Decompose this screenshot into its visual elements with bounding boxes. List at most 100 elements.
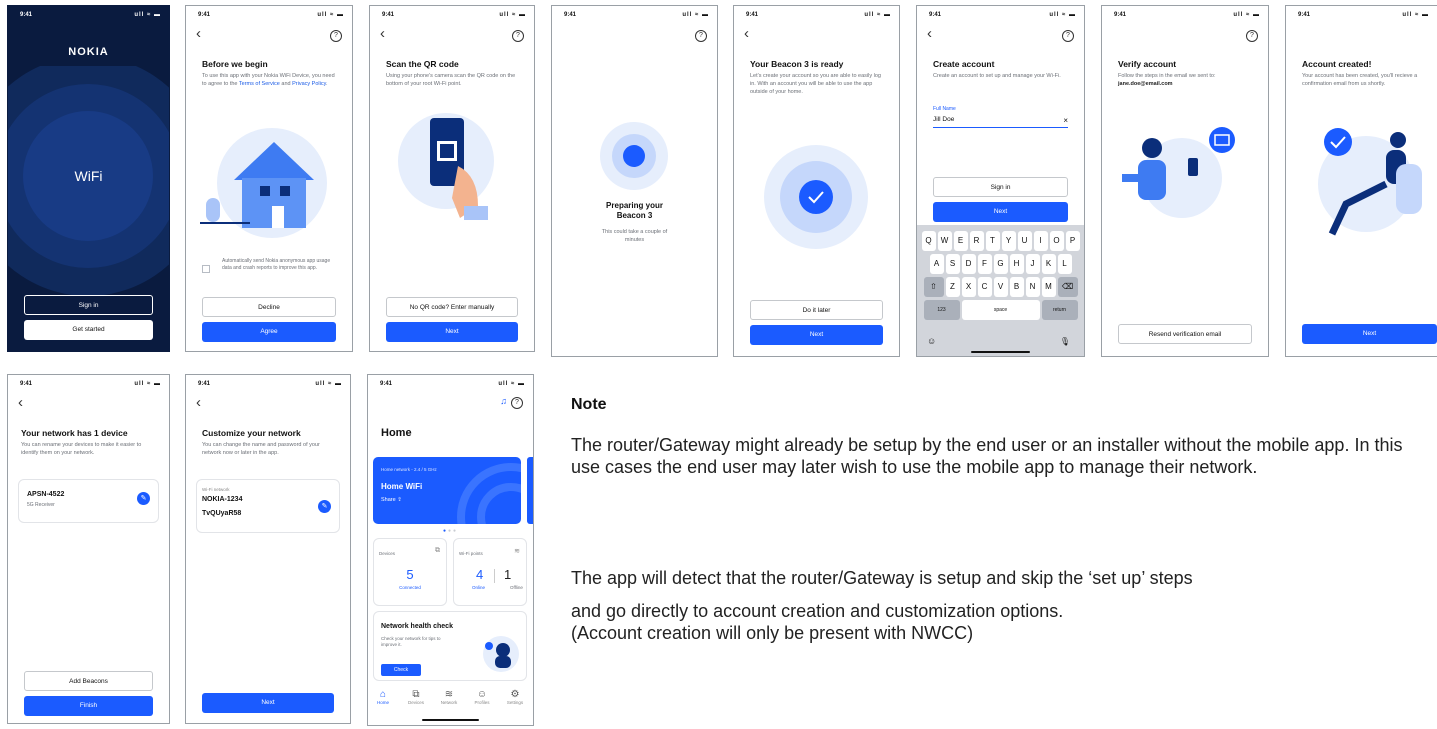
page-description: Follow the steps in the email we sent to… — [1118, 73, 1216, 87]
help-icon[interactable]: ? — [330, 30, 342, 42]
key-d[interactable]: D — [961, 254, 976, 274]
nav-settings[interactable]: ⚙ Settings — [502, 689, 528, 705]
key-space[interactable]: space — [961, 300, 1040, 320]
back-chevron-icon[interactable]: ‹ — [196, 395, 201, 410]
enter-manually-button[interactable]: No QR code? Enter manually — [386, 297, 518, 317]
resend-email-button[interactable]: Resend verification email — [1118, 324, 1252, 344]
next-card-peek — [527, 457, 533, 524]
next-button[interactable]: Next — [1302, 324, 1437, 344]
help-icon[interactable]: ? — [1062, 30, 1074, 42]
next-button[interactable]: Next — [750, 325, 883, 345]
back-chevron-icon[interactable]: ‹ — [927, 26, 932, 41]
key-m[interactable]: M — [1041, 277, 1056, 297]
key-i[interactable]: I — [1033, 231, 1048, 251]
add-beacons-button[interactable]: Add Beacons — [24, 671, 153, 691]
do-it-later-button[interactable]: Do it later — [750, 300, 883, 320]
key-h[interactable]: H — [1009, 254, 1024, 274]
home-network-card[interactable]: Home network - 2.4 / 5 GHz Home WiFi Sha… — [373, 457, 521, 524]
back-chevron-icon[interactable]: ‹ — [196, 26, 201, 41]
nav-devices[interactable]: ⧉ Devices — [403, 689, 429, 705]
key-z[interactable]: Z — [945, 277, 960, 297]
check-button[interactable]: Check — [381, 664, 421, 676]
consent-label: Automatically send Nokia anonymous app u… — [222, 258, 331, 271]
full-name-input[interactable]: Jill Doe — [933, 116, 1068, 128]
page-title: Scan the QR code — [386, 59, 459, 69]
finish-button[interactable]: Finish — [24, 696, 153, 716]
key-o[interactable]: O — [1049, 231, 1064, 251]
help-icon[interactable]: ? — [512, 30, 524, 42]
key-return[interactable]: return — [1041, 300, 1078, 320]
microphone-icon[interactable]: 🎙 — [1060, 337, 1070, 346]
key-x[interactable]: X — [961, 277, 976, 297]
next-button[interactable]: Next — [386, 322, 518, 342]
wifi-points-label: Wi-Fi points — [459, 551, 483, 556]
screen-before-we-begin: 9:41 ull ≈ ▬ ‹ ? Before we begin To use t… — [185, 5, 353, 352]
devices-icon: ⧉ — [435, 547, 440, 554]
help-icon[interactable]: ? — [695, 30, 707, 42]
help-icon[interactable]: ? — [1246, 30, 1258, 42]
sign-in-button[interactable]: Sign in — [24, 295, 153, 315]
key-v[interactable]: V — [993, 277, 1008, 297]
next-button[interactable]: Next — [202, 693, 334, 713]
devices-label: Devices — [379, 551, 396, 556]
key-k[interactable]: K — [1041, 254, 1056, 274]
key-t[interactable]: T — [985, 231, 1000, 251]
notification-bell-icon[interactable]: ♫ — [500, 396, 507, 406]
devices-tile[interactable]: Devices ⧉ 5 Connected — [373, 538, 447, 606]
consent-checkbox[interactable] — [202, 265, 210, 273]
key-u[interactable]: U — [1017, 231, 1032, 251]
key-j[interactable]: J — [1025, 254, 1040, 274]
key-r[interactable]: R — [969, 231, 984, 251]
key-w[interactable]: W — [937, 231, 952, 251]
help-icon[interactable]: ? — [511, 397, 523, 409]
house-illustration — [200, 128, 327, 238]
screen-create-account: 9:41 ull ≈ ▬ ‹ ? Create account Create an… — [916, 5, 1085, 357]
get-started-button[interactable]: Get started — [24, 320, 153, 340]
back-chevron-icon[interactable]: ‹ — [18, 395, 23, 410]
full-name-label: Full Name — [933, 106, 956, 112]
key-l[interactable]: L — [1057, 254, 1072, 274]
relaxing-person-illustration — [1318, 128, 1422, 236]
wifi-network-label: Wi-Fi network — [202, 487, 230, 492]
screen-verify-account: 9:41 ull ≈ ▬ ? Verify account Follow the … — [1101, 5, 1269, 357]
decline-button[interactable]: Decline — [202, 297, 336, 317]
key-c[interactable]: C — [977, 277, 992, 297]
edit-pencil-icon[interactable]: ✎ — [318, 500, 331, 513]
clear-field-icon[interactable]: × — [1063, 116, 1068, 125]
nav-network[interactable]: ≋ Network — [436, 689, 462, 705]
sign-in-button[interactable]: Sign in — [933, 177, 1068, 197]
nav-home[interactable]: ⌂ Home — [370, 689, 396, 705]
nav-profiles[interactable]: ☺ Profiles — [469, 689, 495, 705]
backspace-icon[interactable]: ⌫ — [1057, 277, 1078, 297]
back-chevron-icon[interactable]: ‹ — [744, 26, 749, 41]
agree-button[interactable]: Agree — [202, 322, 336, 342]
key-b[interactable]: B — [1009, 277, 1024, 297]
key-y[interactable]: Y — [1001, 231, 1016, 251]
page-title: Account created! — [1302, 59, 1372, 69]
key-s[interactable]: S — [945, 254, 960, 274]
key-g[interactable]: G — [993, 254, 1008, 274]
key-123[interactable]: 123 — [923, 300, 960, 320]
devices-count: 5 — [406, 567, 414, 582]
key-n[interactable]: N — [1025, 277, 1040, 297]
terms-link[interactable]: Terms of Service — [239, 81, 280, 87]
share-link[interactable]: Share ⇪ — [381, 497, 402, 503]
key-f[interactable]: F — [977, 254, 992, 274]
key-a[interactable]: A — [929, 254, 944, 274]
shift-icon[interactable]: ⇧ — [923, 277, 944, 297]
next-button[interactable]: Next — [933, 202, 1068, 222]
wifi-points-tile[interactable]: Wi-Fi points ≋ 4 Online 1 Offline — [453, 538, 527, 606]
privacy-link[interactable]: Privacy Policy — [292, 81, 326, 87]
health-check-card[interactable]: Network health check Check your network … — [373, 611, 527, 681]
back-chevron-icon[interactable]: ‹ — [380, 26, 385, 41]
wifi-rings-graphic — [8, 66, 169, 296]
key-q[interactable]: Q — [921, 231, 936, 251]
edit-pencil-icon[interactable]: ✎ — [137, 492, 150, 505]
key-p[interactable]: P — [1065, 231, 1080, 251]
key-e[interactable]: E — [953, 231, 968, 251]
emoji-icon[interactable]: ☺ — [927, 336, 936, 346]
device-card[interactable]: APSN-4522 5G Receiver ✎ — [18, 479, 159, 523]
online-label: Online — [472, 585, 486, 590]
wifi-network-card[interactable]: Wi-Fi network NOKIA-1234 TvQUyaR58 ✎ — [196, 479, 340, 533]
screen-scan-qr: 9:41 ull ≈ ▬ ‹ ? Scan the QR code Using y… — [369, 5, 535, 352]
